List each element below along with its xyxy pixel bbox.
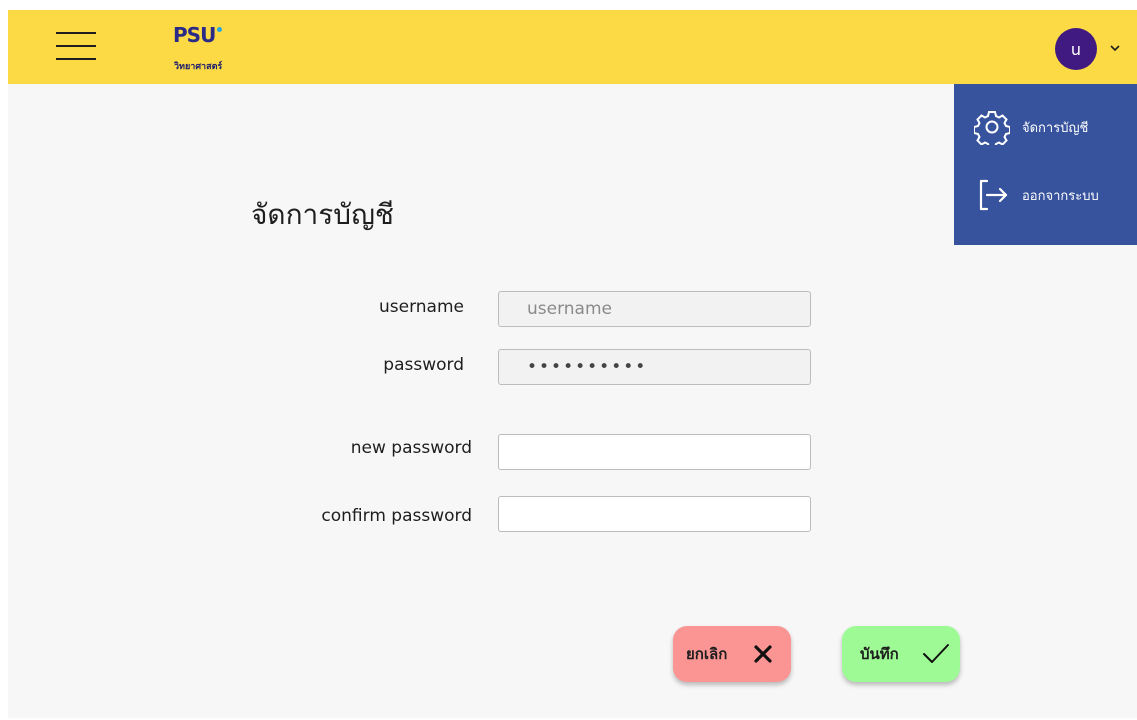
- cancel-button[interactable]: ยกเลิก: [673, 626, 791, 682]
- save-label: บันทึก: [860, 645, 899, 663]
- confirm-password-label: confirm password: [321, 506, 472, 526]
- password-field[interactable]: [498, 349, 811, 385]
- psu-logo[interactable]: PSU วิทยาศาสตร์: [173, 23, 253, 73]
- cancel-label: ยกเลิก: [686, 645, 728, 663]
- menu-item-label: ออกจากระบบ: [1022, 188, 1099, 204]
- menu-item-label: จัดการบัญชี: [1022, 120, 1089, 136]
- save-button[interactable]: บันทึก: [842, 626, 960, 682]
- menu-item-logout[interactable]: ออกจากระบบ: [954, 170, 1137, 220]
- password-label: password: [383, 355, 464, 375]
- chevron-down-icon[interactable]: [1107, 40, 1123, 56]
- gear-icon: [974, 111, 1010, 145]
- page-title: จัดการบัญชี: [251, 198, 394, 231]
- logo-subtitle: วิทยาศาสตร์: [174, 62, 223, 72]
- top-bar: PSU วิทยาศาสตร์ u: [8, 10, 1137, 84]
- hamburger-menu-icon[interactable]: [56, 28, 96, 62]
- new-password-label: new password: [350, 438, 472, 458]
- close-icon: [754, 645, 772, 663]
- check-icon: [923, 644, 949, 663]
- new-password-field[interactable]: [498, 434, 811, 470]
- avatar-initial: u: [1070, 39, 1082, 59]
- username-label: username: [379, 297, 464, 317]
- logout-icon: [979, 179, 1008, 211]
- logo-mark: PSU: [173, 23, 216, 47]
- confirm-password-field[interactable]: [498, 496, 811, 532]
- logo-dot: [217, 27, 222, 32]
- menu-item-manage-account[interactable]: จัดการบัญชี: [954, 102, 1137, 152]
- user-dropdown-menu: จัดการบัญชี ออกจากระบบ: [954, 84, 1137, 245]
- username-field[interactable]: [498, 291, 811, 327]
- user-avatar[interactable]: u: [1055, 28, 1097, 70]
- app-window: PSU วิทยาศาสตร์ u จัดการบัญชี ออกจากระบบ…: [8, 10, 1137, 718]
